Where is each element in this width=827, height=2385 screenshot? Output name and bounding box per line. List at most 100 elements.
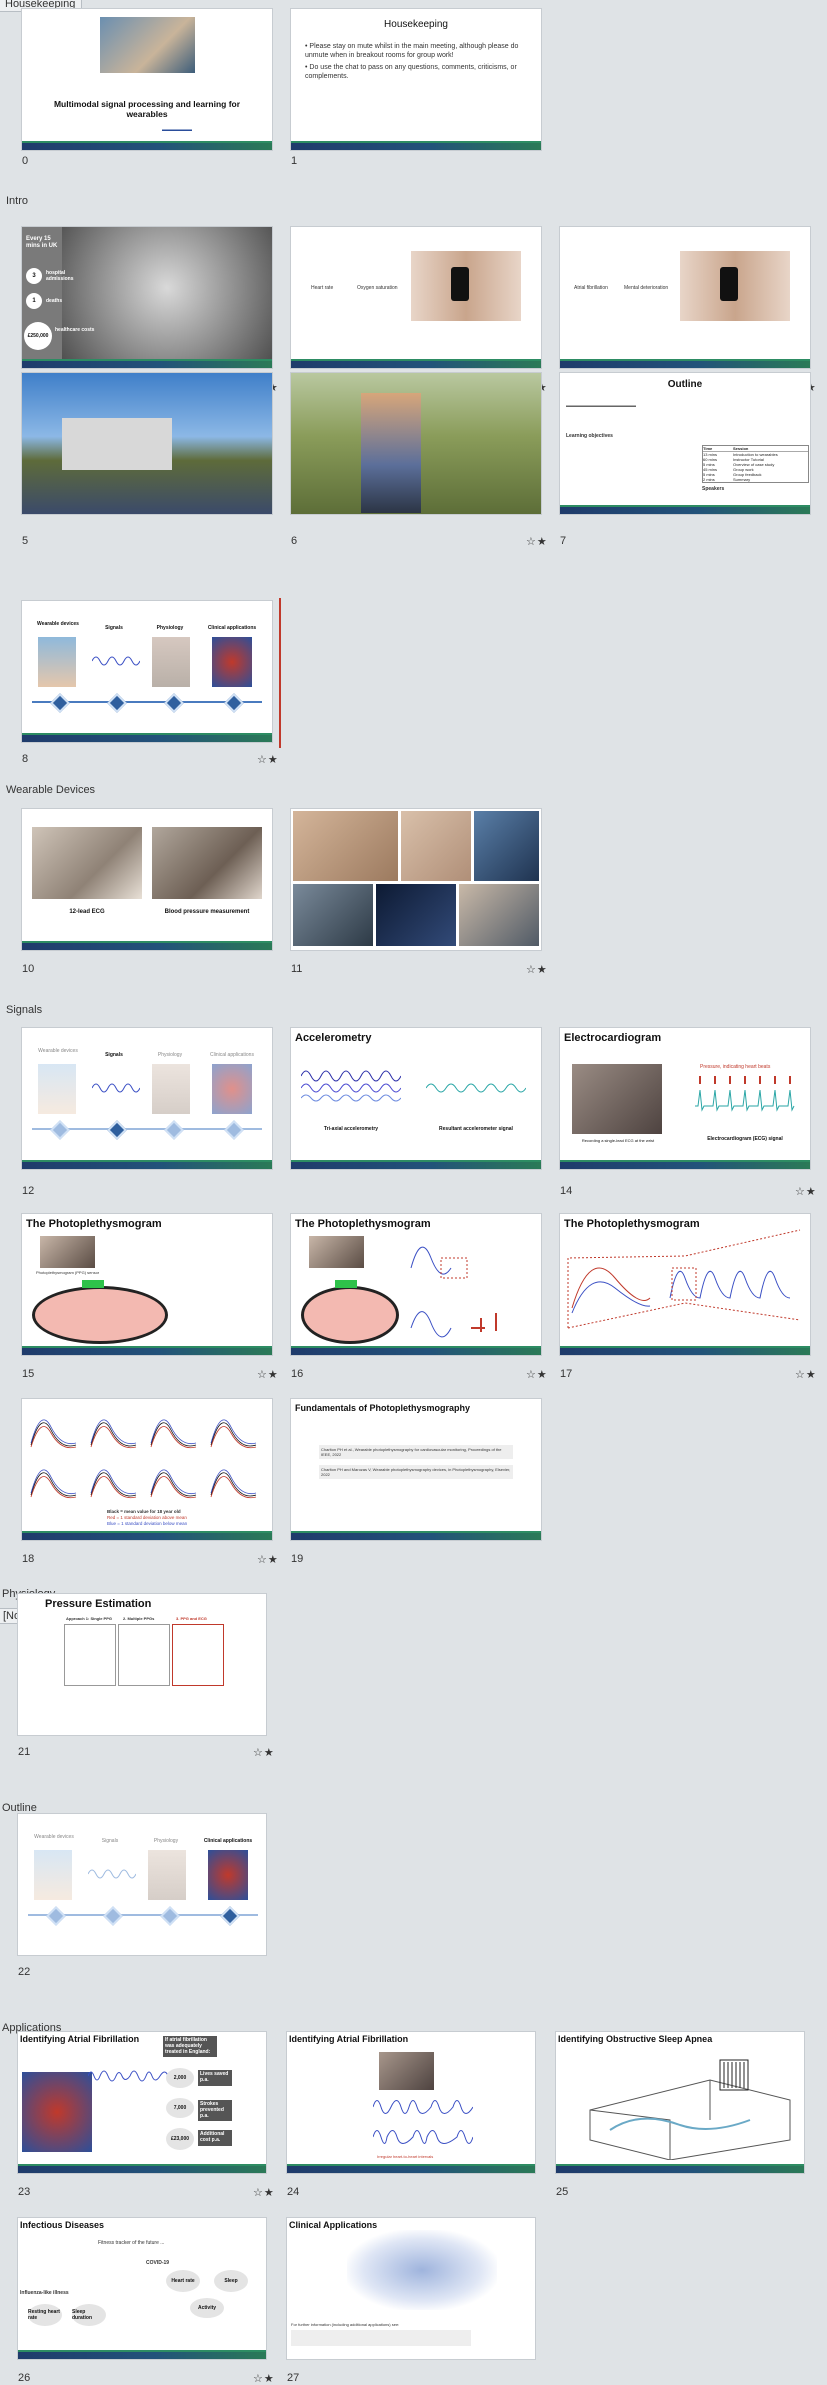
heart-photo — [22, 2072, 92, 2152]
sensor-led — [82, 1280, 104, 1288]
word-cloud — [347, 2230, 497, 2310]
physiology-photo — [148, 1850, 186, 1900]
word-cloud-item: Mental deterioration — [624, 285, 669, 291]
column-header: Wearable devices — [38, 1048, 78, 1054]
slide-star-icon[interactable]: ☆★ — [795, 1368, 817, 1381]
slide-star-icon[interactable]: ☆★ — [526, 963, 548, 976]
slide-8-thumbnail[interactable]: Wearable devices Signals Physiology Clin… — [22, 601, 272, 742]
slide-star-icon[interactable]: ☆★ — [795, 1185, 817, 1198]
heart-photo — [212, 637, 252, 687]
stat-circle: £250,000 — [24, 322, 52, 350]
slide-15-thumbnail[interactable]: The Photoplethysmogram Photoplethysmogra… — [22, 1214, 272, 1355]
slide-7-thumbnail[interactable]: Outline Learning objectives ▬▬▬▬▬▬▬▬▬▬▬▬… — [560, 373, 810, 514]
slide-18-thumbnail[interactable]: Black = mean value for 18 year old Red =… — [22, 1399, 272, 1540]
slide-number: 14 — [560, 1185, 573, 1197]
sensor-led — [335, 1280, 357, 1288]
slide-12-thumbnail[interactable]: Wearable devices Signals Physiology Clin… — [22, 1028, 272, 1169]
slide-27-thumbnail[interactable]: Clinical Applications For further inform… — [287, 2218, 535, 2359]
slide-17-thumbnail[interactable]: The Photoplethysmogram — [560, 1214, 810, 1355]
timeline-marker — [164, 1120, 184, 1140]
slide-16-thumbnail[interactable]: The Photoplethysmogram — [291, 1214, 541, 1355]
slide-star-icon[interactable]: ☆★ — [257, 1553, 279, 1566]
approach-panel — [64, 1624, 116, 1686]
wrist-photo — [100, 17, 195, 73]
slide-title: Fundamentals of Photoplethysmography — [295, 1403, 471, 1413]
slide-star-icon[interactable]: ☆★ — [526, 1368, 548, 1381]
slide-5-thumbnail[interactable] — [22, 373, 272, 514]
slide-star-icon[interactable]: ☆★ — [257, 1368, 279, 1381]
oval-activity: Activity — [190, 2298, 224, 2318]
slide-6-thumbnail[interactable] — [291, 373, 541, 514]
timeline-marker — [224, 693, 244, 713]
word-cloud-item: Atrial fibrillation — [574, 285, 608, 291]
earbud-photo — [474, 811, 539, 881]
slide-10-thumbnail[interactable]: 12-lead ECG Blood pressure measurement — [22, 809, 272, 950]
slide-number: 26 — [18, 2372, 31, 2384]
wrist-ecg-photo — [379, 2052, 434, 2090]
slide-25-thumbnail[interactable]: Identifying Obstructive Sleep Apnea — [556, 2032, 804, 2173]
slide-22-thumbnail[interactable]: Wearable devices Signals Physiology Clin… — [18, 1814, 266, 1955]
slide-link: ▬▬▬▬▬▬ — [162, 127, 192, 133]
section-label-signals[interactable]: Signals — [6, 1004, 42, 1016]
stat-oval: 7,000 — [166, 2098, 194, 2118]
slide-number: 5 — [22, 535, 29, 547]
slide-13-thumbnail[interactable]: Accelerometry Tri-axial accelerometry Re… — [291, 1028, 541, 1169]
slide-23-thumbnail[interactable]: Identifying Atrial Fibrillation If atria… — [18, 2032, 266, 2173]
column-header: Clinical applications — [210, 1052, 254, 1058]
slide-24-thumbnail[interactable]: Identifying Atrial Fibrillation Irregula… — [287, 2032, 535, 2173]
slide-star-icon[interactable]: ☆★ — [253, 2186, 275, 2199]
slide-star-icon[interactable]: ☆★ — [526, 535, 548, 548]
caption: Electrocardiogram (ECG) signal — [707, 1136, 783, 1142]
slide-title: Pressure Estimation — [45, 1598, 152, 1610]
building-photo — [62, 418, 172, 470]
slide-14-thumbnail[interactable]: Electrocardiogram Pressure, indicating h… — [560, 1028, 810, 1169]
slide-3-thumbnail[interactable]: Heart rate Oxygen saturation — [291, 227, 541, 368]
slide-star-icon[interactable]: ☆★ — [257, 753, 279, 766]
section-label-wearable-devices[interactable]: Wearable Devices — [6, 784, 95, 796]
section-label-outline[interactable]: Outline — [2, 1802, 37, 1814]
hiker-photo — [361, 393, 421, 513]
timeline-marker — [107, 1120, 127, 1140]
slide-title: Electrocardiogram — [564, 1032, 662, 1044]
approach-panel — [118, 1624, 170, 1686]
slide-21-thumbnail[interactable]: Pressure Estimation Approach 1: Single P… — [18, 1594, 266, 1735]
section-label-intro[interactable]: Intro — [6, 195, 28, 207]
slide-11-thumbnail[interactable] — [291, 809, 541, 950]
slide-26-thumbnail[interactable]: Infectious Diseases Fitness tracker of t… — [18, 2218, 266, 2359]
slide-star-icon[interactable]: ☆★ — [253, 1746, 275, 1759]
slide-title: Identifying Obstructive Sleep Apnea — [558, 2034, 713, 2044]
slide-1-thumbnail[interactable]: Housekeeping • Please stay on mute whils… — [291, 9, 541, 150]
ppg-zoom-plot — [567, 1229, 801, 1329]
patient-photo — [62, 227, 272, 362]
bp-photo — [152, 827, 262, 899]
slide-star-icon[interactable]: ☆★ — [253, 2372, 275, 2385]
smartwatch-photo — [376, 884, 456, 946]
ppg-waveform-grid — [30, 1419, 257, 1499]
stat-label: healthcare costs — [55, 327, 95, 333]
column-header: Wearable devices — [37, 621, 79, 627]
influenza-label: Influenza-like illness — [20, 2290, 69, 2296]
physiology-photo — [152, 637, 190, 687]
intro-text: ▬▬▬▬▬▬▬▬▬▬▬▬▬▬ — [566, 403, 636, 409]
heart-photo — [208, 1850, 248, 1900]
stat-label: Additional cost p.a. — [198, 2130, 232, 2146]
slide-title: Multimodal signal processing and learnin… — [53, 99, 241, 119]
column-header: Signals — [105, 1052, 123, 1058]
slide-4-thumbnail[interactable]: Atrial fibrillation Mental deterioration — [560, 227, 810, 368]
stat-oval: £23,000 — [166, 2128, 194, 2150]
oval-heart-rate: Heart rate — [166, 2270, 200, 2292]
accel-triaxial-plot — [301, 1070, 401, 1102]
subtitle: Fitness tracker of the future ... — [98, 2240, 165, 2246]
column-header: Signals — [105, 625, 123, 631]
slide-title: Identifying Atrial Fibrillation — [289, 2034, 409, 2044]
stat-label: Lives saved p.a. — [198, 2070, 232, 2086]
slide-number: 16 — [291, 1368, 304, 1380]
slide-19-thumbnail[interactable]: Fundamentals of Photoplethysmography Cha… — [291, 1399, 541, 1540]
slide-2-thumbnail[interactable]: Every 15 mins in UK 3 hospital admission… — [22, 227, 272, 368]
slide-0-thumbnail[interactable]: Multimodal signal processing and learnin… — [22, 9, 272, 150]
caption: Tri-axial accelerometry — [323, 1126, 379, 1132]
slide-number: 23 — [18, 2186, 31, 2198]
caption: 12-lead ECG — [69, 909, 105, 915]
sleep-apnea-illustration — [589, 2059, 791, 2160]
wearable-photo — [38, 1064, 76, 1114]
